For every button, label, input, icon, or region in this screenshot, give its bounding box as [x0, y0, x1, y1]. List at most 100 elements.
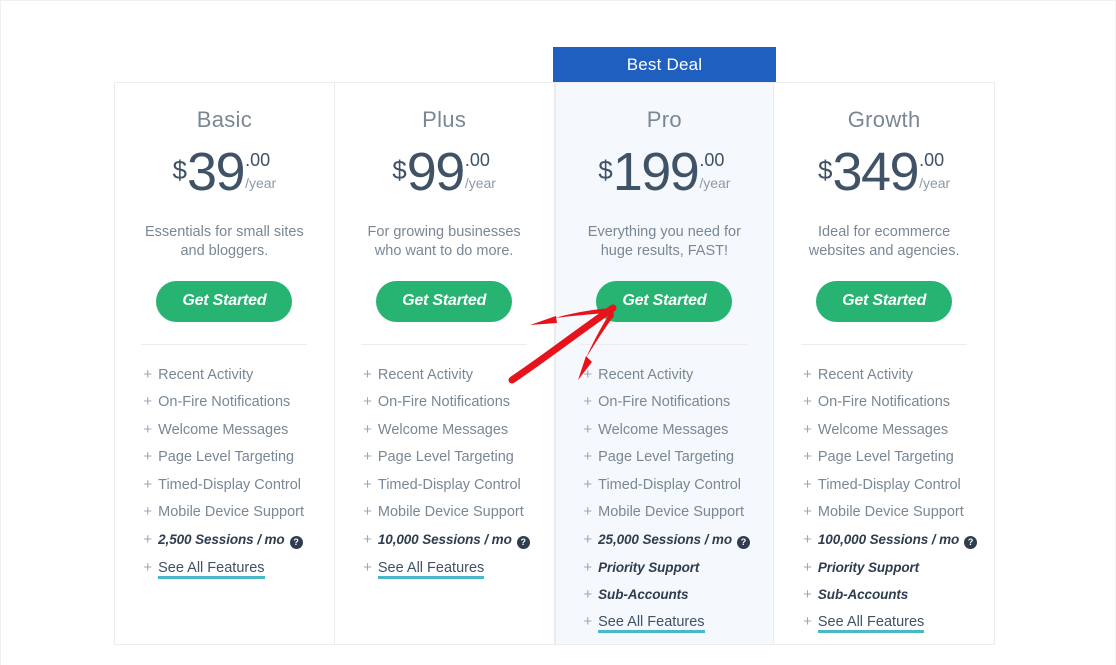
feature-label: See All Features	[377, 561, 485, 580]
feature-item: + Mobile Device Support	[583, 498, 755, 526]
plus-icon: +	[803, 420, 812, 438]
plus-icon: +	[143, 530, 153, 548]
feature-label: See All Features	[817, 615, 925, 634]
plus-icon: +	[363, 558, 372, 576]
help-icon[interactable]: ?	[736, 535, 750, 549]
feature-item: + Timed-Display Control	[583, 471, 755, 499]
plus-icon: +	[583, 365, 593, 383]
feature-label: Welcome Messages	[598, 421, 729, 438]
price-currency: $	[172, 155, 187, 185]
section-divider	[141, 343, 308, 345]
pricing-column-plus: Plus $99.00/year For growing businesses wh…	[334, 83, 555, 644]
pricing-column-basic: Basic $39.00/year Essentials for small sit…	[115, 83, 335, 644]
cta-wrapper: Get Started	[156, 280, 293, 322]
plus-icon: +	[583, 558, 593, 576]
feature-item: + Recent Activity	[363, 361, 535, 389]
plus-icon: +	[583, 585, 593, 603]
plus-icon: +	[143, 448, 153, 466]
feature-item: + Recent Activity	[583, 361, 755, 389]
plus-icon: +	[583, 475, 593, 493]
feature-item: + Mobile Device Support	[803, 498, 975, 526]
feature-item: + Sub-Accounts	[583, 581, 755, 608]
see-all-features-link[interactable]: + See All Features	[143, 554, 315, 586]
price-cents: .00	[699, 150, 725, 170]
feature-label: Mobile Device Support	[377, 504, 524, 521]
feature-item: + Page Level Targeting	[583, 443, 755, 471]
help-icon[interactable]: ?	[964, 535, 978, 549]
feature-label: Page Level Targeting	[598, 449, 735, 466]
get-started-button[interactable]: Get Started	[156, 280, 293, 322]
feature-label: Welcome Messages	[817, 421, 949, 438]
price-suffix: .00/year	[465, 151, 496, 190]
help-icon[interactable]: ?	[516, 535, 530, 549]
feature-list: + Recent Activity + On-Fire Notifications + W…	[363, 361, 535, 586]
feature-label: Sub-Accounts	[598, 586, 689, 602]
plan-description: For growing businesses who want to do mo…	[367, 224, 521, 259]
feature-label: Priority Support	[817, 559, 920, 575]
feature-list: + Recent Activity + On-Fire Notifications + W…	[583, 361, 755, 640]
feature-label: Recent Activity	[158, 366, 254, 383]
plus-icon: +	[803, 365, 812, 383]
plan-name: Basic	[196, 107, 253, 132]
feature-label: Timed-Display Control	[158, 476, 302, 493]
price-suffix: .00/year	[245, 151, 276, 190]
see-all-features-link[interactable]: + See All Features	[363, 554, 535, 586]
plus-icon: +	[363, 393, 372, 411]
price-amount: 99	[406, 142, 466, 202]
feature-label: 100,000 Sessions / mo	[817, 531, 960, 547]
plus-icon: +	[803, 558, 812, 576]
plan-description: Ideal for ecommerce websites and agencie…	[808, 224, 960, 259]
feature-item: +25,000 Sessions / mo?	[583, 526, 755, 554]
feature-label: Welcome Messages	[377, 421, 509, 438]
best-deal-label: Best Deal	[626, 54, 703, 74]
feature-label: 2,500 Sessions / mo	[158, 531, 285, 547]
feature-item: + Mobile Device Support	[143, 498, 315, 526]
plus-icon: +	[143, 393, 153, 411]
plus-icon: +	[143, 420, 153, 438]
plus-icon: +	[143, 365, 153, 383]
plus-icon: +	[583, 612, 593, 630]
feature-label: Timed-Display Control	[817, 476, 961, 493]
plan-name: Pro	[646, 107, 682, 132]
feature-item: + Timed-Display Control	[143, 471, 315, 499]
price-currency: $	[818, 155, 833, 185]
get-started-button[interactable]: Get Started	[376, 280, 513, 322]
feature-item: +100,000 Sessions / mo?	[803, 526, 978, 554]
get-started-button[interactable]: Get Started	[596, 280, 733, 322]
feature-item: +2,500 Sessions / mo?	[143, 526, 315, 554]
cta-wrapper: Get Started	[376, 280, 513, 322]
help-icon[interactable]: ?	[289, 535, 303, 549]
plan-description: Essentials for small sites and bloggers.	[145, 224, 304, 259]
price-amount: 349	[832, 142, 919, 202]
plus-icon: +	[143, 558, 153, 576]
plus-icon: +	[583, 503, 593, 521]
feature-label: Recent Activity	[598, 366, 694, 383]
feature-item: + Mobile Device Support	[363, 498, 535, 526]
feature-label: Recent Activity	[817, 366, 913, 383]
see-all-features-link[interactable]: + See All Features	[803, 608, 975, 640]
price-suffix: .00/year	[919, 151, 950, 190]
feature-item: + Timed-Display Control	[803, 471, 975, 499]
plan-name: Plus	[422, 107, 467, 132]
price-period: /year	[464, 175, 496, 191]
plan-price: $39.00/year	[172, 142, 277, 203]
feature-label: See All Features	[598, 615, 705, 634]
feature-item: + On-Fire Notifications	[143, 388, 315, 416]
feature-label: 10,000 Sessions / mo	[377, 531, 512, 547]
price-cents: .00	[245, 150, 271, 170]
feature-item: + On-Fire Notifications	[803, 388, 975, 416]
feature-item: + Welcome Messages	[143, 416, 315, 444]
price-amount: 39	[187, 142, 246, 202]
get-started-button[interactable]: Get Started	[816, 280, 953, 322]
plus-icon: +	[583, 393, 593, 411]
see-all-features-link[interactable]: + See All Features	[583, 608, 755, 640]
plus-icon: +	[143, 503, 153, 521]
price-currency: $	[392, 155, 407, 185]
plus-icon: +	[363, 475, 372, 493]
price-suffix: .00/year	[699, 151, 730, 190]
feature-label: On-Fire Notifications	[598, 394, 731, 411]
plus-icon: +	[803, 393, 812, 411]
plus-icon: +	[143, 475, 153, 493]
price-period: /year	[919, 175, 951, 191]
plus-icon: +	[363, 503, 372, 521]
